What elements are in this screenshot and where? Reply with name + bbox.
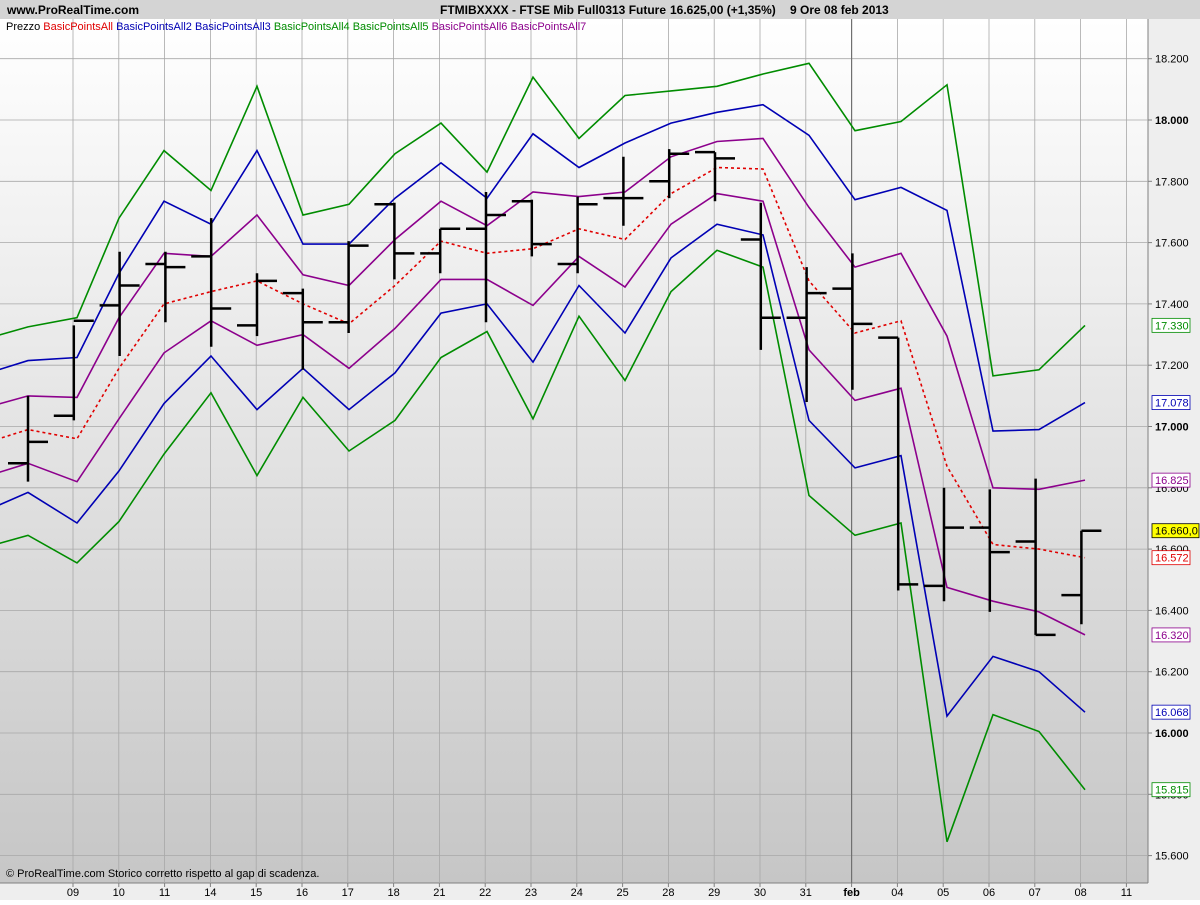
x-tick-label: 25 [616, 887, 628, 899]
x-tick-label: 14 [204, 887, 216, 899]
y-tick-label: 16.200 [1155, 667, 1189, 679]
legend-entry: BasicPointsAll2 [113, 21, 192, 33]
x-tick-label: 31 [800, 887, 812, 899]
copyright-note: © ProRealTime.com Storico corretto rispe… [6, 868, 319, 880]
legend-entry: BasicPointsAll3 [192, 21, 271, 33]
y-tick-label: 17.800 [1155, 176, 1189, 188]
y-tick-label: 17.400 [1155, 299, 1189, 311]
x-tick-label: 22 [479, 887, 491, 899]
x-tick-label: 23 [525, 887, 537, 899]
x-tick-label: 10 [113, 887, 125, 899]
x-tick-label: 30 [754, 887, 766, 899]
value-label-text: 17.078 [1155, 398, 1189, 410]
y-tick-label: 16.000 [1155, 728, 1189, 740]
x-tick-label: 29 [708, 887, 720, 899]
plot-area[interactable] [0, 19, 1148, 883]
value-label-text: 16.068 [1155, 707, 1189, 719]
x-tick-label: 21 [433, 887, 445, 899]
timeframe-date: 9 Ore 08 feb 2013 [790, 3, 889, 17]
y-axis-panel [1148, 19, 1200, 883]
value-label-text: 17.330 [1155, 320, 1189, 332]
y-tick-label: 17.600 [1155, 238, 1189, 250]
x-tick-label: feb [843, 887, 860, 899]
y-tick-label: 17.200 [1155, 360, 1189, 372]
x-tick-label: 04 [891, 887, 903, 899]
value-label-text: 16.320 [1155, 630, 1189, 642]
y-tick-label: 15.600 [1155, 851, 1189, 863]
price-chart[interactable]: www.ProRealTime.com FTMIBXXXX - FTSE Mib… [0, 0, 1200, 900]
value-label-text: 16.660,0 [1155, 526, 1198, 538]
x-tick-label: 28 [662, 887, 674, 899]
legend-entry: Prezzo [6, 21, 40, 33]
legend-entry: BasicPointsAll4 [271, 21, 350, 33]
x-tick-label: 11 [1121, 887, 1132, 899]
y-tick-label: 18.000 [1155, 115, 1189, 127]
chart-window: www.ProRealTime.com FTMIBXXXX - FTSE Mib… [0, 0, 1200, 900]
legend-entry: BasicPointsAll6 [429, 21, 508, 33]
x-tick-label: 06 [983, 887, 995, 899]
value-label-text: 16.572 [1155, 553, 1189, 565]
x-tick-label: 18 [387, 887, 399, 899]
x-axis-panel [0, 883, 1200, 900]
x-tick-label: 08 [1074, 887, 1086, 899]
x-tick-label: 15 [250, 887, 262, 899]
value-label-text: 16.825 [1155, 475, 1189, 487]
x-tick-label: 07 [1029, 887, 1041, 899]
legend: Prezzo BasicPointsAll BasicPointsAll2 Ba… [6, 21, 586, 33]
y-tick-label: 18.200 [1155, 54, 1189, 66]
x-tick-label: 17 [342, 887, 354, 899]
instrument-title: FTMIBXXXX - FTSE Mib Full0313 Future [440, 3, 666, 17]
x-tick-label: 16 [296, 887, 308, 899]
legend-entry: BasicPointsAll [40, 21, 113, 33]
price-change: 16.625,00 (+1,35%) [670, 3, 776, 17]
x-tick-label: 11 [159, 887, 170, 899]
value-label-text: 15.815 [1155, 785, 1189, 797]
legend-entry: BasicPointsAll7 [507, 21, 586, 33]
y-tick-label: 17.000 [1155, 422, 1189, 434]
x-tick-label: 05 [937, 887, 949, 899]
legend-entry: BasicPointsAll5 [350, 21, 429, 33]
x-tick-label: 09 [67, 887, 79, 899]
site-label[interactable]: www.ProRealTime.com [6, 3, 139, 17]
x-tick-label: 24 [571, 887, 583, 899]
y-tick-label: 16.400 [1155, 605, 1189, 617]
